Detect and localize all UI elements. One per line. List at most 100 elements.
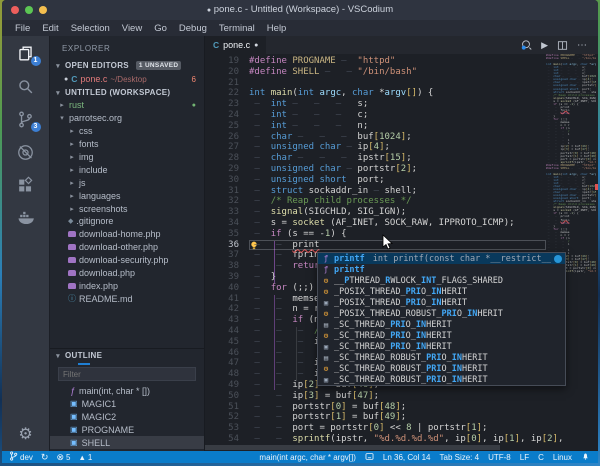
line-number[interactable]: 29	[205, 164, 249, 175]
info-icon[interactable]	[554, 254, 562, 263]
code-line-50[interactable]: 50 – – ip[3] = buf[47];	[205, 391, 546, 402]
code-line-19[interactable]: 19 #define PROGNAME – "httpd"	[205, 56, 546, 67]
line-number[interactable]: 51	[205, 402, 249, 413]
open-editor-item-pone.c[interactable]: ● C pone.c ~/Desktop 6	[50, 72, 204, 86]
suggest-item[interactable]: ƒ printf int printf(const char *__restrict…	[318, 253, 565, 264]
workspace-header[interactable]: ▾ UNTITLED (WORKSPACE)	[50, 86, 204, 99]
line-number[interactable]: 35	[205, 229, 249, 240]
tree-item-fonts[interactable]: ▸ fonts	[50, 138, 204, 151]
open-changes-icon[interactable]	[520, 39, 532, 51]
tree-item-download.php[interactable]: download.php	[50, 267, 204, 280]
suggest-item[interactable]: ⚙ _POSIX_THREAD_PRIO_INHERIT	[318, 286, 565, 297]
menu-item-terminal[interactable]: Terminal	[214, 22, 260, 35]
line-number[interactable]: 41	[205, 294, 249, 305]
line-number[interactable]: 53	[205, 423, 249, 434]
line-number[interactable]: 42	[205, 304, 249, 315]
suggest-item[interactable]: ⚙ _SC_THREAD_ROBUST_PRIO_INHERIT	[318, 363, 565, 374]
menu-item-view[interactable]: View	[117, 22, 147, 35]
status-feedback-icon[interactable]	[365, 452, 374, 463]
activity-files-icon[interactable]: 1	[2, 37, 50, 69]
outline-header[interactable]: ▾ OUTLINE	[50, 349, 204, 362]
line-number[interactable]: 52	[205, 412, 249, 423]
suggest-item[interactable]: ▣ _SC_THREAD_ROBUST_PRIO_INHERIT	[318, 374, 565, 385]
line-number[interactable]: 37	[205, 250, 249, 261]
code-line-28[interactable]: 28 – char – – – ipstr[15];	[205, 153, 546, 164]
line-number[interactable]: 45	[205, 337, 249, 348]
code-line-35[interactable]: 35 – if (s == -1) {	[205, 229, 546, 240]
line-number[interactable]: 25	[205, 121, 249, 132]
line-number[interactable]: 43	[205, 315, 249, 326]
tree-item-download-other.php[interactable]: download-other.php	[50, 241, 204, 254]
activity-extensions-icon[interactable]	[2, 169, 50, 201]
code-line-31[interactable]: 31 – struct sockaddr_in – shell;	[205, 186, 546, 197]
code-line-20[interactable]: 20 #define SHELL – – "/bin/bash"	[205, 67, 546, 78]
suggest-item[interactable]: ƒ printf	[318, 264, 565, 275]
activity-debug-icon[interactable]	[2, 136, 50, 168]
tree-item-.gitignore[interactable]: ◆ .gitignore	[50, 215, 204, 228]
line-number[interactable]: 40	[205, 283, 249, 294]
code-line-26[interactable]: 26 – char – – – buf[1024];	[205, 132, 546, 143]
status-1[interactable]: ▲ 1	[78, 453, 92, 462]
menu-item-file[interactable]: File	[10, 22, 35, 35]
status-tab-size-4[interactable]: Tab Size: 4	[440, 453, 480, 462]
horizontal-scrollbar[interactable]	[205, 445, 500, 450]
status-c[interactable]: C	[538, 453, 544, 462]
status-utf-8[interactable]: UTF-8	[488, 453, 511, 462]
activity-source-control-icon[interactable]: 3	[2, 103, 50, 135]
code-line-32[interactable]: 32 – /* Reap child processes */	[205, 196, 546, 207]
outline-item-SHELL[interactable]: ▣ SHELL	[50, 436, 204, 449]
menu-item-debug[interactable]: Debug	[174, 22, 212, 35]
line-number[interactable]: 33	[205, 207, 249, 218]
line-number[interactable]: 50	[205, 391, 249, 402]
code-line-22[interactable]: 22 int main(int argc, char *argv[]) {	[205, 88, 546, 99]
line-number[interactable]: 32	[205, 196, 249, 207]
tree-item-README.md[interactable]: ⓘ README.md	[50, 292, 204, 305]
line-number[interactable]: 28	[205, 153, 249, 164]
tree-item-download-security.php[interactable]: download-security.php	[50, 254, 204, 267]
line-number[interactable]: 22	[205, 88, 249, 99]
code-line-34[interactable]: 34 – s = socket (AF_INET, SOCK_RAW, IPPR…	[205, 218, 546, 229]
code-line-30[interactable]: 30 – unsigned short port;	[205, 175, 546, 186]
tree-item-parrotsec.org[interactable]: ▾ parrotsec.org	[50, 112, 204, 125]
code-line-52[interactable]: 52 – – portstr[1] = buf[49];	[205, 412, 546, 423]
line-number[interactable]: 19	[205, 56, 249, 67]
suggest-item[interactable]: ▣ _SC_THREAD_PRIO_INHERIT	[318, 341, 565, 352]
split-editor-icon[interactable]	[557, 40, 568, 51]
gear-icon[interactable]: ⚙	[18, 427, 32, 443]
line-number[interactable]: 34	[205, 218, 249, 229]
line-number[interactable]: 23	[205, 99, 249, 110]
status-bell-icon[interactable]	[581, 451, 590, 463]
titlebar[interactable]: ● pone.c - Untitled (Workspace) - VSCodi…	[2, 0, 598, 20]
outline-item-MAGIC2[interactable]: ▣ MAGIC2	[50, 410, 204, 423]
code-line-25[interactable]: 25 – int – – – n;	[205, 121, 546, 132]
line-number[interactable]: 20	[205, 67, 249, 78]
suggest-item[interactable]: ⚙ __PTHREAD_RWLOCK_INT_FLAGS_SHARED	[318, 275, 565, 286]
line-number[interactable]: 39	[205, 272, 249, 283]
activity-docker-icon[interactable]	[2, 202, 50, 234]
line-number[interactable]: 26	[205, 132, 249, 143]
status-ln-36-col-14[interactable]: Ln 36, Col 14	[383, 453, 431, 462]
outline-item-MAGIC1[interactable]: ▣ MAGIC1	[50, 397, 204, 410]
code-line-53[interactable]: 53 – – port = portstr[0] << 8 | portstr[…	[205, 423, 546, 434]
line-number[interactable]: 54	[205, 434, 249, 445]
outline-item-main[interactable]: ƒ main(int, char * [])	[50, 384, 204, 397]
code-line-36[interactable]: 36 – – print	[205, 239, 546, 251]
code-line-24[interactable]: 24 – int – – – c;	[205, 110, 546, 121]
status-lf[interactable]: LF	[520, 453, 529, 462]
menu-item-go[interactable]: Go	[149, 22, 172, 35]
more-actions-icon[interactable]: ⋯	[577, 40, 588, 51]
status-sync-icon[interactable]: ↻	[41, 452, 49, 462]
suggest-item[interactable]: ▤ _SC_THREAD_PRIO_INHERIT	[318, 319, 565, 330]
status-main-int-argc-char-argv[interactable]: main(int argc, char * argv[])	[259, 453, 355, 462]
line-number[interactable]: 38	[205, 261, 249, 272]
tree-item-img[interactable]: ▸ img	[50, 151, 204, 164]
code-line-51[interactable]: 51 – – portstr[0] = buf[48];	[205, 402, 546, 413]
editor-body[interactable]: 19 #define PROGNAME – "httpd" 20 #define SH…	[205, 54, 598, 451]
line-number[interactable]: 49	[205, 380, 249, 391]
outline-item-PROGNAME[interactable]: ▣ PROGNAME	[50, 423, 204, 436]
tree-item-rust[interactable]: ▸ rust ●	[50, 99, 204, 112]
line-number[interactable]: 36	[205, 240, 249, 251]
activity-search-icon[interactable]	[2, 70, 50, 102]
suggest-item[interactable]: ▣ _POSIX_THREAD_PRIO_INHERIT	[318, 297, 565, 308]
tree-item-screenshots[interactable]: ▸ screenshots	[50, 202, 204, 215]
